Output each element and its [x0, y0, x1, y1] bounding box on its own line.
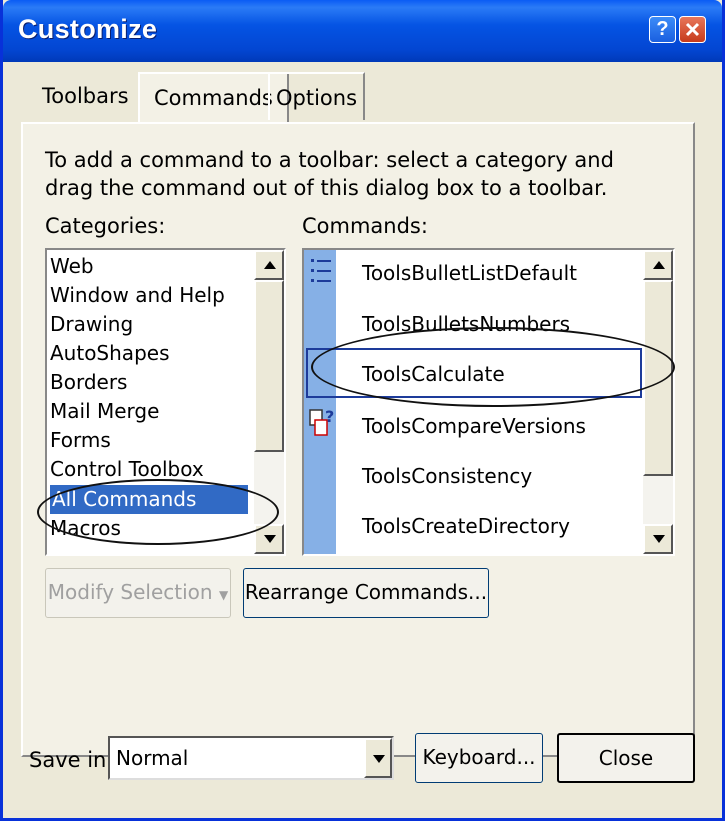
save-in-select[interactable]: Normal	[108, 736, 394, 780]
save-in-value: Normal	[116, 746, 189, 770]
list-item[interactable]: Web	[50, 252, 94, 281]
list-item[interactable]: Drawing	[50, 310, 133, 339]
save-in-label: Save in:	[29, 748, 114, 772]
rearrange-commands-button[interactable]: Rearrange Commands...	[243, 568, 489, 618]
annotation-ellipse	[311, 327, 675, 407]
chevron-down-icon: ▼	[218, 588, 229, 602]
compare-versions-icon: ?	[309, 408, 334, 436]
customize-dialog: Customize ? Toolbars Commands Options To…	[0, 0, 725, 821]
list-item[interactable]: ToolsCompareVersions	[362, 412, 586, 441]
tab-label: Options	[276, 86, 358, 110]
chevron-down-icon	[373, 755, 385, 763]
annotation-ellipse	[37, 479, 279, 545]
title-bar[interactable]: Customize ?	[3, 0, 722, 62]
list-item[interactable]: Mail Merge	[50, 397, 159, 426]
svg-text:?: ?	[325, 408, 334, 426]
list-item[interactable]: Window and Help	[50, 281, 225, 310]
commands-scrollbar[interactable]	[643, 250, 673, 554]
tab-label: Commands	[154, 86, 273, 110]
tab-toolbars[interactable]: Toolbars	[36, 72, 135, 120]
commands-panel: To add a command to a toolbar: select a …	[21, 122, 695, 757]
scroll-thumb[interactable]	[254, 280, 284, 452]
icon-strip	[304, 250, 336, 554]
commands-label: Commands:	[302, 214, 428, 238]
help-button[interactable]: ?	[649, 16, 676, 43]
close-icon	[685, 22, 700, 37]
list-item[interactable]: Borders	[50, 368, 127, 397]
list-item[interactable]: AutoShapes	[50, 339, 169, 368]
list-item[interactable]: Forms	[50, 426, 111, 455]
close-button[interactable]: Close	[557, 733, 695, 783]
tab-commands[interactable]: Commands	[138, 72, 289, 124]
bullet-list-icon	[311, 259, 331, 282]
tab-options[interactable]: Options	[268, 72, 366, 120]
scroll-up-button[interactable]	[643, 250, 673, 280]
categories-label: Categories:	[45, 214, 166, 238]
list-item[interactable]: ToolsCreateDirectory	[362, 512, 570, 541]
list-item[interactable]: ToolsBulletListDefault	[362, 259, 577, 288]
instructions-text: To add a command to a toolbar: select a …	[45, 148, 614, 200]
close-window-button[interactable]	[679, 16, 706, 43]
scroll-up-button[interactable]	[254, 250, 284, 280]
scroll-down-button[interactable]	[643, 524, 673, 554]
down-arrow-icon	[653, 535, 665, 543]
window-title: Customize	[18, 14, 158, 44]
dropdown-button[interactable]	[364, 738, 392, 778]
up-arrow-icon	[653, 261, 665, 269]
tab-label: Toolbars	[42, 84, 129, 108]
keyboard-button[interactable]: Keyboard...	[415, 733, 543, 783]
down-arrow-icon	[264, 535, 276, 543]
list-item[interactable]: ToolsConsistency	[362, 462, 532, 491]
button-label: Modify Selection	[47, 580, 213, 604]
modify-selection-button[interactable]: Modify Selection ▼	[45, 568, 231, 618]
up-arrow-icon	[264, 261, 276, 269]
